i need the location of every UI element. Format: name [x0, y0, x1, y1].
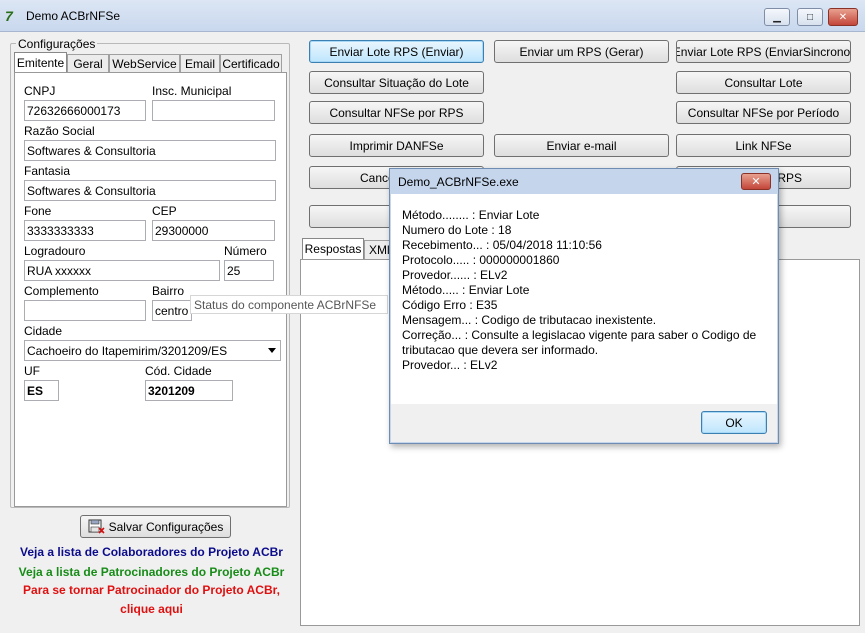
dialog-line: Recebimento... : 05/04/2018 11:10:56: [402, 238, 602, 252]
cep-field[interactable]: 29300000: [152, 220, 275, 241]
dialog-line: Mensagem... : Codigo de tributacao inexi…: [402, 313, 657, 327]
bairro-field[interactable]: centro: [152, 300, 192, 321]
tornar-patrocinador-link[interactable]: Para se tornar Patrocinador do Projeto A…: [5, 583, 298, 597]
razao-social-label: Razão Social: [24, 124, 95, 138]
enviar-um-rps-button[interactable]: Enviar um RPS (Gerar): [494, 40, 669, 63]
cidade-select-value: Cachoeiro do Itapemirim/3201209/ES: [27, 344, 228, 358]
fantasia-label: Fantasia: [24, 164, 71, 178]
consultar-situacao-button[interactable]: Consultar Situação do Lote: [309, 71, 484, 94]
dialog-line: Código Erro : E35: [402, 298, 498, 312]
patrocinadores-link[interactable]: Veja a lista de Patrocinadores do Projet…: [5, 565, 298, 579]
dialog-line: Método........ : Enviar Lote: [402, 208, 540, 222]
close-icon: ✕: [751, 176, 761, 188]
logradouro-label: Logradouro: [24, 244, 86, 258]
consultar-lote-button[interactable]: Consultar Lote: [676, 71, 851, 94]
message-dialog: Demo_ACBrNFSe.exe ✕ Método........ : Env…: [389, 168, 779, 444]
minimize-button[interactable]: ▁: [764, 8, 790, 26]
numero-field[interactable]: 25: [224, 260, 274, 281]
imprimir-danfse-button[interactable]: Imprimir DANFSe: [309, 134, 484, 157]
dialog-line: Numero do Lote : 18: [402, 223, 512, 237]
dialog-line: Provedor...... : ELv2: [402, 268, 508, 282]
tab-certificado[interactable]: Certificado: [220, 54, 282, 73]
maximize-icon: □: [806, 11, 814, 23]
save-config-button[interactable]: Salvar Configurações: [80, 515, 231, 538]
consultar-nfse-rps-button[interactable]: Consultar NFSe por RPS: [309, 101, 484, 124]
tab-geral[interactable]: Geral: [67, 54, 109, 73]
dialog-line: Método..... : Enviar Lote: [402, 283, 530, 297]
logradouro-field[interactable]: RUA xxxxxx: [24, 260, 220, 281]
complemento-field[interactable]: [24, 300, 146, 321]
clique-aqui-link[interactable]: clique aqui: [5, 602, 298, 616]
status-tooltip: Status do componente ACBrNFSe: [190, 295, 388, 314]
ok-button[interactable]: OK: [701, 411, 767, 434]
enviar-email-button[interactable]: Enviar e-mail: [494, 134, 669, 157]
save-config-label: Salvar Configurações: [108, 519, 224, 534]
dialog-line: tributacao que devera ser informado.: [402, 343, 599, 357]
uf-field[interactable]: ES: [24, 380, 59, 401]
close-icon: ✕: [838, 11, 848, 23]
enviar-lote-button[interactable]: Enviar Lote RPS (Enviar): [309, 40, 484, 63]
app-icon: 7: [5, 8, 13, 24]
colaboradores-link[interactable]: Veja a lista de Colaboradores do Projeto…: [5, 545, 298, 559]
close-button[interactable]: ✕: [828, 8, 858, 26]
cnpj-field[interactable]: 72632666000173: [24, 100, 146, 121]
dialog-title: Demo_ACBrNFSe.exe: [398, 175, 519, 189]
cod-cidade-field[interactable]: 3201209: [145, 380, 233, 401]
uf-label: UF: [24, 364, 40, 378]
dialog-body: Método........ : Enviar Lote Numero do L…: [391, 194, 777, 404]
window-title: Demo ACBrNFSe: [26, 9, 121, 23]
insc-municipal-label: Insc. Municipal: [152, 84, 232, 98]
consultar-nfse-periodo-button[interactable]: Consultar NFSe por Período: [676, 101, 851, 124]
dialog-line: Protocolo..... : 000000001860: [402, 253, 560, 267]
tab-emitente[interactable]: Emitente: [14, 52, 67, 73]
tab-respostas[interactable]: Respostas: [302, 238, 364, 259]
enviar-lote-sincrono-button[interactable]: Enviar Lote RPS (EnviarSincrono): [676, 40, 851, 63]
cidade-select[interactable]: Cachoeiro do Itapemirim/3201209/ES: [24, 340, 281, 361]
tab-webservice[interactable]: WebService: [109, 54, 180, 73]
cod-cidade-label: Cód. Cidade: [145, 364, 212, 378]
dialog-line: Correção... : Consulte a legislacao vige…: [402, 328, 757, 342]
dialog-close-button[interactable]: ✕: [741, 173, 771, 190]
chevron-down-icon[interactable]: [268, 348, 276, 353]
save-icon: [88, 519, 105, 534]
maximize-button[interactable]: □: [797, 8, 823, 26]
minimize-icon: ▁: [773, 11, 781, 23]
link-nfse-button[interactable]: Link NFSe: [676, 134, 851, 157]
fantasia-field[interactable]: Softwares & Consultoria: [24, 180, 276, 201]
config-group-title: Configurações: [16, 37, 98, 51]
numero-label: Número: [224, 244, 267, 258]
razao-social-field[interactable]: Softwares & Consultoria: [24, 140, 276, 161]
tab-email[interactable]: Email: [180, 54, 220, 73]
dialog-footer: OK: [391, 404, 777, 442]
cidade-label: Cidade: [24, 324, 63, 338]
title-bar: 7 Demo ACBrNFSe ▁ □ ✕: [0, 0, 865, 32]
insc-municipal-field[interactable]: [152, 100, 275, 121]
dialog-line: Provedor... : ELv2: [402, 358, 498, 372]
tab-xml[interactable]: XMl: [364, 240, 392, 259]
fone-field[interactable]: 3333333333: [24, 220, 146, 241]
fone-label: Fone: [24, 204, 52, 218]
cep-label: CEP: [152, 204, 177, 218]
bairro-label: Bairro: [152, 284, 185, 298]
complemento-label: Complemento: [24, 284, 99, 298]
cnpj-label: CNPJ: [24, 84, 56, 98]
